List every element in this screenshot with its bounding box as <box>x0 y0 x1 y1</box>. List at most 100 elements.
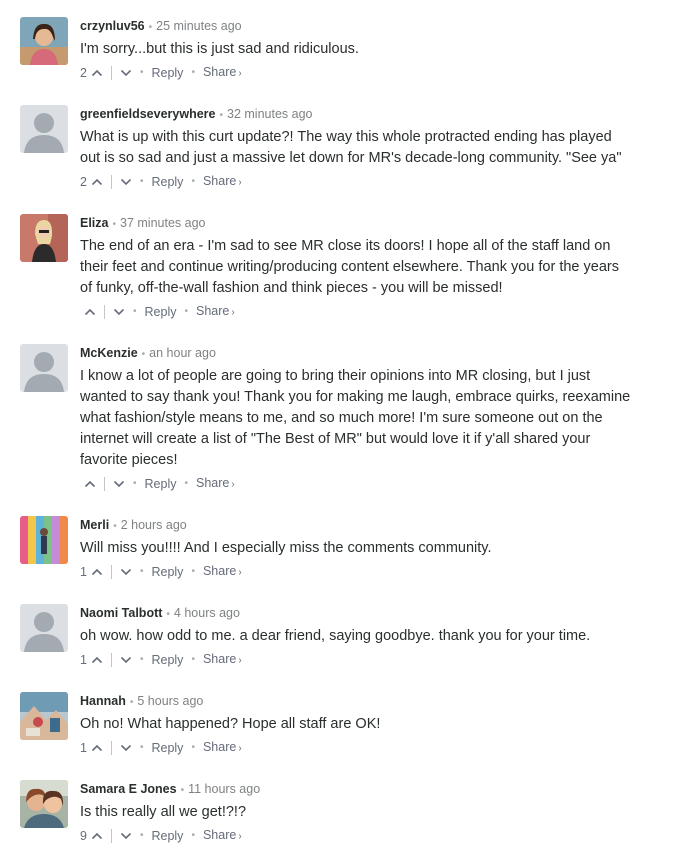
reply-link[interactable]: Reply <box>151 738 183 758</box>
separator-dot: • <box>129 697 134 708</box>
comment-footer: • Reply • Share › <box>80 474 663 494</box>
comment-timestamp[interactable]: 2 hours ago <box>121 518 187 532</box>
share-arrow-icon: › <box>231 479 235 490</box>
avatar[interactable] <box>20 17 68 65</box>
downvote-button[interactable] <box>120 568 132 576</box>
share-link[interactable]: Share › <box>203 62 242 84</box>
upvote-button[interactable] <box>84 308 96 316</box>
downvote-button[interactable] <box>120 178 132 186</box>
avatar[interactable] <box>20 780 68 828</box>
comment-text-line: oh wow. how odd to me. a dear friend, sa… <box>80 628 591 644</box>
upvote-button[interactable] <box>91 568 103 576</box>
upvote-button[interactable] <box>91 744 103 752</box>
comment-timestamp[interactable]: an hour ago <box>149 346 216 360</box>
comment-timestamp[interactable]: 11 hours ago <box>188 782 260 796</box>
comment-text-line: What is up with this curt update?! The w… <box>80 129 612 145</box>
separator-dot: • <box>191 67 195 78</box>
comment-text: I'm sorry...but this is just sad and rid… <box>80 39 663 60</box>
comment-text-line: The end of an era - I'm sad to see MR cl… <box>80 238 611 254</box>
share-link[interactable]: Share › <box>196 473 235 495</box>
separator-dot: • <box>112 219 117 230</box>
downvote-button[interactable] <box>120 744 132 752</box>
separator-dot: • <box>139 830 144 841</box>
comment-timestamp[interactable]: 5 hours ago <box>137 694 203 708</box>
comment-text-line: favorite pieces! <box>80 452 178 468</box>
avatar[interactable] <box>20 604 68 652</box>
chevron-up-icon <box>84 480 96 488</box>
avatar[interactable] <box>20 344 68 392</box>
comment-timestamp[interactable]: 25 minutes ago <box>156 19 241 33</box>
comment-text-line: internet will create a list of "The Best… <box>80 431 591 447</box>
upvote-count: 1 <box>80 565 87 579</box>
separator-dot: • <box>133 306 137 317</box>
reply-link[interactable]: Reply <box>145 302 177 322</box>
comment-text-line: out is so sad and just a massive let dow… <box>80 150 622 166</box>
separator-dot: • <box>191 830 195 841</box>
comment-text-line: of funky, off-the-wall fashion and think… <box>80 280 503 296</box>
upvote-count: 1 <box>80 653 87 667</box>
upvote-count: 9 <box>80 829 87 843</box>
vote-divider <box>110 565 112 579</box>
separator-dot: • <box>191 566 195 577</box>
share-arrow-icon: › <box>238 567 242 578</box>
separator-dot: • <box>191 654 195 665</box>
avatar[interactable] <box>20 692 68 740</box>
reply-link[interactable]: Reply <box>151 826 183 846</box>
author-name[interactable]: Samara E Jones <box>80 782 177 796</box>
separator-dot: • <box>166 609 170 620</box>
author-name[interactable]: Naomi Talbott <box>80 606 162 620</box>
share-label: Share <box>202 174 237 188</box>
separator-dot: • <box>184 306 188 317</box>
comment-footer: 1 • Reply • Share › <box>80 738 663 758</box>
upvote-button[interactable] <box>91 69 103 77</box>
vote-divider <box>110 829 112 843</box>
comment-text-line: what fashion/style means to me, and so m… <box>80 410 603 426</box>
downvote-button[interactable] <box>120 69 132 77</box>
author-name[interactable]: crzynluv56 <box>80 19 145 33</box>
share-link[interactable]: Share › <box>203 825 242 847</box>
share-arrow-icon: › <box>238 743 242 754</box>
author-name[interactable]: Merli <box>80 518 109 532</box>
comment-timestamp[interactable]: 32 minutes ago <box>227 107 312 121</box>
avatar[interactable] <box>20 214 68 262</box>
avatar[interactable] <box>20 516 68 564</box>
downvote-button[interactable] <box>113 480 125 488</box>
comment-timestamp[interactable]: 37 minutes ago <box>120 216 205 230</box>
reply-link[interactable]: Reply <box>151 172 183 192</box>
comment-footer: 2 • Reply • Share › <box>80 172 663 192</box>
share-label: Share <box>196 304 230 318</box>
share-arrow-icon: › <box>238 177 242 188</box>
author-name[interactable]: Eliza <box>80 216 109 230</box>
share-label: Share <box>202 740 237 754</box>
share-link[interactable]: Share › <box>203 737 242 759</box>
upvote-button[interactable] <box>91 832 103 840</box>
downvote-button[interactable] <box>113 308 125 316</box>
upvote-count: 2 <box>80 66 87 80</box>
reply-link[interactable]: Reply <box>145 474 177 494</box>
separator-dot: • <box>191 742 195 753</box>
share-link[interactable]: Share › <box>203 561 242 583</box>
author-name[interactable]: Hannah <box>80 694 126 708</box>
upvote-button[interactable] <box>91 178 103 186</box>
share-link[interactable]: Share › <box>203 171 242 193</box>
author-name[interactable]: McKenzie <box>80 346 138 360</box>
downvote-button[interactable] <box>120 832 132 840</box>
separator-dot: • <box>141 349 146 360</box>
vote-divider <box>110 741 112 755</box>
reply-link[interactable]: Reply <box>151 562 183 582</box>
comment-timestamp[interactable]: 4 hours ago <box>174 606 240 620</box>
author-name[interactable]: greenfieldseverywhere <box>80 107 216 121</box>
upvote-button[interactable] <box>84 480 96 488</box>
share-link[interactable]: Share › <box>196 301 235 323</box>
comment-footer: • Reply • Share › <box>80 302 663 322</box>
share-link[interactable]: Share › <box>203 649 242 671</box>
downvote-button[interactable] <box>120 656 132 664</box>
reply-link[interactable]: Reply <box>151 650 183 670</box>
upvote-button[interactable] <box>91 656 103 664</box>
chevron-up-icon <box>91 656 103 664</box>
avatar[interactable] <box>20 105 68 153</box>
share-label: Share <box>202 652 237 666</box>
comment-text-line: Is this really all we get!?!? <box>80 804 247 820</box>
reply-link[interactable]: Reply <box>151 63 183 83</box>
share-arrow-icon: › <box>238 831 242 842</box>
